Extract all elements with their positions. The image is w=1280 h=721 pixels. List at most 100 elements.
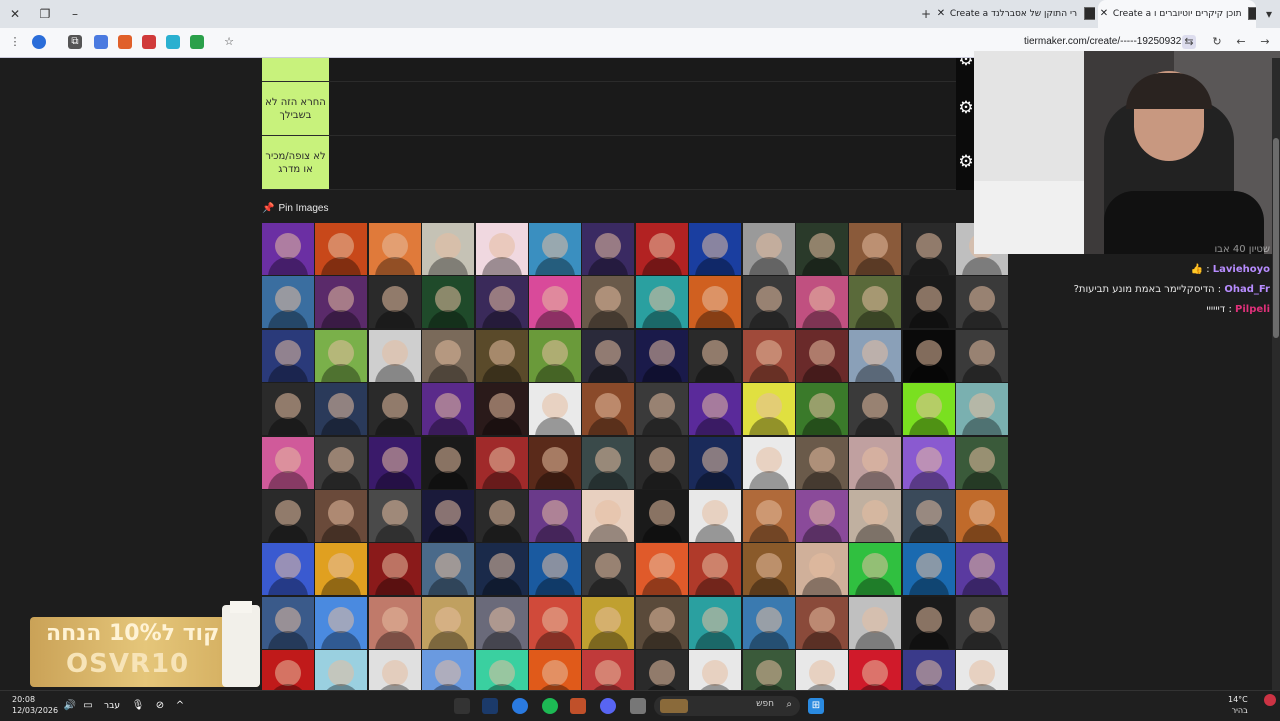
app-icon[interactable] (570, 698, 586, 714)
pool-image[interactable] (422, 437, 474, 489)
pool-image[interactable] (743, 543, 795, 595)
pool-image[interactable] (582, 383, 634, 435)
pool-image[interactable] (689, 223, 741, 275)
pool-image[interactable] (582, 543, 634, 595)
pool-image[interactable] (796, 490, 848, 542)
pool-image[interactable] (956, 650, 1008, 690)
restore-window-icon[interactable]: ❐ (36, 5, 54, 23)
language-indicator[interactable]: עבר (102, 698, 122, 714)
pool-image[interactable] (582, 223, 634, 275)
extension-1-icon[interactable] (94, 35, 108, 49)
pool-image[interactable] (903, 330, 955, 382)
pool-image[interactable] (743, 223, 795, 275)
pool-image[interactable] (689, 543, 741, 595)
pool-image[interactable] (315, 490, 367, 542)
pin-images-toggle[interactable]: 📌 Pin Images (262, 203, 328, 214)
pool-image[interactable] (476, 490, 528, 542)
pool-image[interactable] (529, 276, 581, 328)
menu-icon[interactable]: ⋮ (8, 35, 22, 49)
pool-image[interactable] (529, 490, 581, 542)
pool-image[interactable] (743, 276, 795, 328)
gear-icon[interactable]: ⚙ (958, 154, 974, 171)
pool-image[interactable] (369, 330, 421, 382)
pool-image[interactable] (796, 383, 848, 435)
pool-image[interactable] (689, 650, 741, 690)
pool-image[interactable] (315, 223, 367, 275)
pool-image[interactable] (689, 597, 741, 649)
pool-image[interactable] (369, 276, 421, 328)
pool-image[interactable] (956, 543, 1008, 595)
page-scrollbar[interactable] (1272, 58, 1280, 690)
pool-image[interactable] (849, 223, 901, 275)
pool-image[interactable] (903, 650, 955, 690)
chevron-up-icon[interactable]: ^ (172, 698, 188, 714)
pool-image[interactable] (529, 223, 581, 275)
volume-icon[interactable]: 🔊 (62, 698, 78, 714)
display-icon[interactable]: ▭ (80, 698, 96, 714)
pool-image[interactable] (529, 597, 581, 649)
pool-image[interactable] (689, 490, 741, 542)
discord-icon[interactable] (600, 698, 616, 714)
pool-image[interactable] (903, 223, 955, 275)
pool-image[interactable] (315, 330, 367, 382)
pool-image[interactable] (849, 383, 901, 435)
pool-image[interactable] (476, 276, 528, 328)
extensions-icon[interactable]: ⧉ (68, 35, 82, 49)
pool-image[interactable] (529, 437, 581, 489)
pool-image[interactable] (849, 650, 901, 690)
pool-image[interactable] (369, 597, 421, 649)
tab-search-icon[interactable]: ▾ (1260, 5, 1278, 23)
pool-image[interactable] (796, 330, 848, 382)
pool-image[interactable] (689, 330, 741, 382)
pool-image[interactable] (849, 543, 901, 595)
pool-image[interactable] (262, 437, 314, 489)
pool-image[interactable] (903, 490, 955, 542)
tier-label[interactable]: החרא הזה לא בשבילך (262, 82, 329, 135)
app-icon[interactable] (454, 698, 470, 714)
spotify-icon[interactable] (542, 698, 558, 714)
site-settings-icon[interactable]: ⇆ (1182, 35, 1196, 49)
microphone-icon[interactable]: 🎙 (130, 698, 146, 714)
extension-2-icon[interactable] (118, 35, 132, 49)
pool-image[interactable] (636, 437, 688, 489)
pool-image[interactable] (422, 223, 474, 275)
pool-image[interactable] (636, 330, 688, 382)
pool-image[interactable] (582, 330, 634, 382)
url-text[interactable]: tiermaker.com/create/-----19250932 (1024, 36, 1181, 47)
pool-image[interactable] (422, 650, 474, 690)
pool-image[interactable] (849, 330, 901, 382)
pool-image[interactable] (903, 597, 955, 649)
pool-image[interactable] (315, 276, 367, 328)
pool-image[interactable] (903, 543, 955, 595)
pool-image[interactable] (636, 650, 688, 690)
pool-image[interactable] (262, 276, 314, 328)
pool-image[interactable] (315, 650, 367, 690)
pool-image[interactable] (689, 276, 741, 328)
pool-image[interactable] (262, 597, 314, 649)
pool-image[interactable] (315, 437, 367, 489)
taskbar-search[interactable]: חפש ⌕ (654, 696, 800, 716)
pool-image[interactable] (796, 276, 848, 328)
pool-image[interactable] (582, 276, 634, 328)
pool-image[interactable] (849, 276, 901, 328)
pool-image[interactable] (956, 330, 1008, 382)
pool-image[interactable] (796, 437, 848, 489)
gear-icon[interactable]: ⚙ (958, 100, 974, 117)
pool-image[interactable] (903, 383, 955, 435)
pool-image[interactable] (582, 437, 634, 489)
pool-image[interactable] (262, 650, 314, 690)
back-icon[interactable]: ← (1234, 35, 1248, 49)
file-explorer-icon[interactable] (630, 698, 646, 714)
pool-image[interactable] (743, 383, 795, 435)
clock[interactable]: 20:08 12/03/2026 (12, 694, 58, 716)
tier-row[interactable]: החרא הזה לא בשבילך (262, 82, 956, 136)
pool-image[interactable] (582, 597, 634, 649)
pool-image[interactable] (369, 437, 421, 489)
tier-label[interactable] (262, 58, 329, 81)
pool-image[interactable] (956, 437, 1008, 489)
close-window-icon[interactable]: ✕ (6, 5, 24, 23)
tier-label[interactable]: לא צופה/מכיר או מדרג (262, 136, 329, 189)
pool-image[interactable] (582, 650, 634, 690)
pool-image[interactable] (315, 383, 367, 435)
pool-image[interactable] (529, 650, 581, 690)
